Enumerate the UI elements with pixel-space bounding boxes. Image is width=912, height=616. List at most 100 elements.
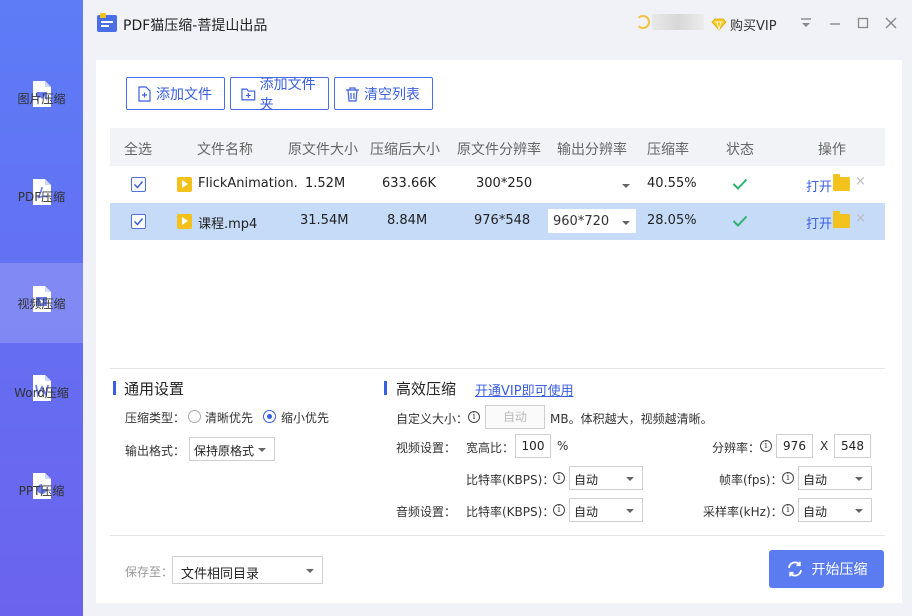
output-resolution-select[interactable] (548, 172, 636, 196)
add-folder-button[interactable]: 添加文件夹 (230, 77, 329, 113)
video-file-icon (177, 177, 192, 192)
info-icon[interactable]: i (760, 440, 772, 452)
info-icon[interactable]: i (782, 504, 794, 516)
chevron-down-icon (622, 184, 630, 188)
sidebar: 图片压缩 PDF压缩 视频压缩 Word压缩 PPT压缩 (0, 0, 83, 616)
new-size: 633.66K (382, 176, 437, 191)
diamond-icon (711, 18, 727, 31)
clear-list-button[interactable]: 清空列表 (334, 77, 433, 110)
header-actions: 操作 (818, 142, 846, 158)
sidebar-item-label: Word压缩 (14, 385, 69, 400)
orig-size: 31.54M (300, 213, 349, 228)
delete-icon[interactable]: × (855, 211, 866, 226)
main-panel: 添加文件 添加文件夹 清空列表 全选 文件名称 原文件大小 压缩后大小 原文件分… (96, 60, 902, 603)
info-icon[interactable]: i (553, 504, 565, 516)
sidebar-item-label: PDF压缩 (17, 189, 66, 204)
audio-bitrate-select[interactable]: 自动 (569, 498, 643, 522)
video-bitrate-select[interactable]: 自动 (569, 466, 643, 490)
row-checkbox[interactable] (131, 214, 146, 229)
video-file-icon (177, 214, 192, 229)
header-out-resolution: 输出分辨率 (557, 142, 627, 158)
chevron-down-icon (258, 448, 266, 452)
sidebar-item-pdf-compress[interactable]: PDF压缩 (0, 156, 83, 236)
maximize-icon[interactable] (856, 16, 870, 30)
table-header: 全选 文件名称 原文件大小 压缩后大小 原文件分辨率 输出分辨率 压缩率 状态 … (110, 128, 885, 166)
orig-resolution: 976*548 (474, 213, 531, 228)
open-vip-link[interactable]: 开通VIP即可使用 (475, 380, 574, 399)
file-name: FlickAnimation. (198, 176, 298, 191)
success-check-icon (732, 215, 748, 227)
chevron-down-icon (855, 509, 863, 513)
fps-select[interactable]: 自动 (798, 466, 872, 490)
open-link[interactable]: 打开 (806, 176, 832, 195)
menu-icon[interactable] (799, 16, 813, 30)
minimize-icon[interactable] (828, 16, 842, 30)
buy-vip-button[interactable]: 购买VIP (711, 15, 777, 34)
aspect-ratio-input[interactable]: 100 (515, 434, 551, 458)
chevron-down-icon (306, 569, 314, 573)
section-marker (384, 381, 387, 395)
sample-rate-label: 采样率(kHz)： (703, 505, 783, 519)
audio-bitrate-label: 比特率(KBPS)： (466, 505, 555, 519)
username-blurred (652, 14, 704, 30)
resolution-label: 分辨率： (712, 441, 761, 455)
header-file-name: 文件名称 (197, 142, 253, 158)
general-settings-title: 通用设置 (124, 380, 185, 398)
folder-icon[interactable] (833, 211, 850, 228)
radio-size-first-label[interactable]: 缩小优先 (281, 409, 329, 426)
row-checkbox[interactable] (131, 177, 146, 192)
fps-label: 帧率(fps)： (719, 473, 783, 487)
app-logo-icon (97, 13, 117, 32)
app-title: PDF猫压缩-菩提山出品 (123, 18, 268, 34)
resolution-height-input[interactable]: 548 (834, 434, 871, 458)
sidebar-item-label: 视频压缩 (17, 296, 66, 311)
radio-size-first[interactable] (263, 410, 276, 423)
sidebar-item-word-compress[interactable]: Word压缩 (0, 352, 83, 432)
open-link[interactable]: 打开 (806, 213, 832, 232)
section-marker (113, 381, 116, 395)
compress-ratio: 40.55% (647, 176, 697, 191)
orig-size: 1.52M (305, 176, 346, 191)
sample-rate-select[interactable]: 自动 (798, 498, 872, 522)
header-select-all[interactable]: 全选 (124, 139, 152, 159)
folder-icon[interactable] (833, 174, 850, 191)
header-orig-resolution: 原文件分辨率 (457, 142, 541, 158)
aspect-ratio-unit: % (557, 439, 569, 453)
info-icon[interactable]: i (553, 472, 565, 484)
title-bar: PDF猫压缩-菩提山出品 购买VIP (83, 0, 912, 48)
table-row[interactable]: 课程.mp4 31.54M 8.84M 976*548 960*720 28.0… (110, 203, 885, 240)
info-icon[interactable]: i (468, 411, 480, 423)
output-format-select[interactable]: 保持原格式 (189, 437, 275, 461)
custom-size-input[interactable]: 自动 (485, 405, 545, 429)
add-file-label: 添加文件 (156, 86, 212, 103)
add-file-button[interactable]: 添加文件 (126, 77, 225, 110)
save-location-select[interactable]: 文件相同目录 (172, 556, 323, 584)
start-compress-label: 开始压缩 (811, 562, 868, 578)
output-resolution-select[interactable]: 960*720 (548, 209, 636, 233)
start-compress-button[interactable]: 开始压缩 (769, 550, 884, 588)
sidebar-item-ppt-compress[interactable]: PPT压缩 (0, 450, 83, 530)
add-folder-label: 添加文件夹 (259, 76, 316, 113)
avatar (636, 15, 650, 29)
orig-resolution: 300*250 (476, 176, 533, 191)
table-row[interactable]: FlickAnimation. 1.52M 633.66K 300*250 40… (110, 166, 885, 203)
user-account[interactable] (636, 14, 704, 30)
compress-type-label: 压缩类型： (125, 411, 186, 425)
close-icon[interactable] (884, 16, 898, 30)
chevron-down-icon (626, 509, 634, 513)
sidebar-item-video-compress[interactable]: 视频压缩 (0, 263, 83, 343)
radio-clarity-first-label[interactable]: 清晰优先 (205, 409, 253, 426)
clear-list-label: 清空列表 (364, 86, 420, 103)
chevron-down-icon (626, 477, 634, 481)
delete-icon[interactable]: × (855, 174, 866, 189)
refresh-icon (787, 561, 802, 577)
sample-rate-value: 自动 (803, 505, 828, 519)
resolution-width-input[interactable]: 976 (776, 434, 813, 458)
info-icon[interactable]: i (782, 472, 794, 484)
add-folder-icon (241, 88, 256, 100)
header-ratio: 压缩率 (647, 142, 689, 158)
chevron-down-icon (855, 477, 863, 481)
sidebar-item-image-compress[interactable]: 图片压缩 (0, 58, 83, 138)
radio-clarity-first[interactable] (188, 410, 201, 423)
divider (110, 535, 885, 536)
